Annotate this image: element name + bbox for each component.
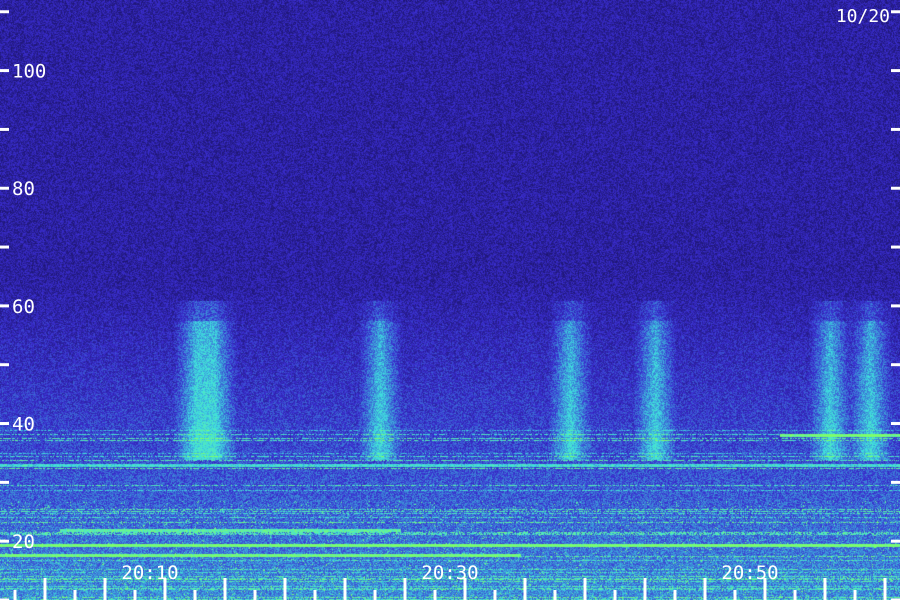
y-tick-label: 60 <box>12 296 35 318</box>
y-tick-label: 100 <box>12 61 46 83</box>
date-label: 10/20 <box>836 6 890 27</box>
x-axis: 20:10 20:30 20:50 <box>13 562 887 600</box>
y-tick-label: 80 <box>12 178 35 200</box>
x-tick-label: 20:10 <box>121 562 178 584</box>
y-tick-label: 40 <box>12 414 35 436</box>
x-tick-label: 20:30 <box>421 562 478 584</box>
axes-overlay: 20 40 60 80 100 20:10 20:30 20:50 10/20 <box>0 6 900 600</box>
spectrogram-chart: 20 40 60 80 100 20:10 20:30 20:50 10/20 <box>0 0 900 600</box>
y-tick-label: 20 <box>12 531 35 553</box>
x-tick-label: 20:50 <box>721 562 778 584</box>
y-axis: 20 40 60 80 100 <box>0 10 900 600</box>
